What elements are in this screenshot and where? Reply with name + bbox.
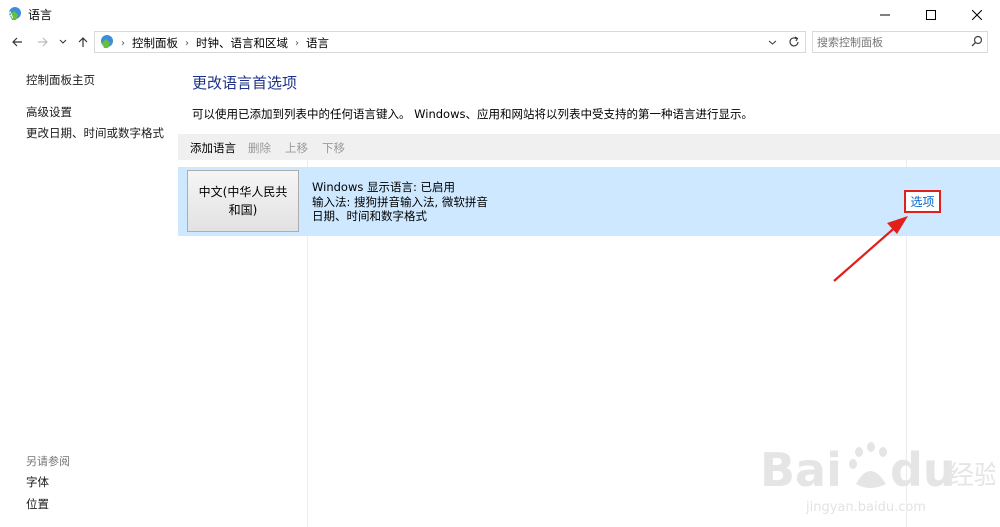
chevron-down-icon [768,40,776,45]
language-app-icon: A [7,7,21,21]
refresh-button[interactable] [785,33,803,51]
title-bar: A 语言 [0,0,1000,29]
watermark-url: jingyan.baidu.com [806,500,926,515]
language-location-icon [101,35,113,48]
page-description: 可以使用已添加到列表中的任何语言键入。 Windows、应用和网站将以列表中受支… [192,107,753,121]
search-box[interactable] [812,31,988,53]
sidebar-link-change-date-time-format[interactable]: 更改日期、时间或数字格式 [26,125,164,141]
refresh-icon [789,36,799,47]
baidu-logo-icon: Bai du 经验 [760,442,1000,497]
language-toolbar: 添加语言 删除 上移 下移 [178,134,1000,160]
recent-locations-button[interactable] [57,32,69,52]
sidebar-link-control-panel-home[interactable]: 控制面板主页 [26,72,95,88]
move-down-button[interactable]: 下移 [322,140,345,156]
back-button[interactable] [8,32,26,52]
breadcrumb: › 控制面板 › 时钟、语言和区域 › 语言 [121,35,329,51]
date-time-format: 日期、时间和数字格式 [312,209,427,223]
language-options-link[interactable]: 选项 [904,190,941,213]
maximize-icon [926,9,936,20]
minimize-icon [880,14,890,15]
close-icon [972,9,982,20]
add-language-button[interactable]: 添加语言 [190,140,236,156]
search-input[interactable] [817,33,965,51]
sidebar: 控制面板主页 高级设置 更改日期、时间或数字格式 另请参阅 字体 位置 [0,56,178,527]
breadcrumb-clock-language-region[interactable]: 时钟、语言和区域 [196,35,288,51]
breadcrumb-separator-icon: › [185,37,189,49]
forward-button[interactable] [34,32,52,52]
maximize-button[interactable] [908,0,954,29]
page-title: 更改语言首选项 [192,74,298,92]
breadcrumb-separator-icon: › [121,37,125,49]
input-methods: 输入法: 搜狗拼音输入法, 微软拼音 [312,194,488,209]
sidebar-link-fonts[interactable]: 字体 [26,474,49,490]
minimize-button[interactable] [862,0,908,29]
up-arrow-icon [78,37,88,47]
address-bar[interactable]: › 控制面板 › 时钟、语言和区域 › 语言 [94,31,806,53]
forward-arrow-icon [38,37,48,47]
search-icon[interactable] [971,35,983,47]
close-button[interactable] [954,0,1000,29]
up-button[interactable] [74,32,92,52]
remove-language-button[interactable]: 删除 [248,140,271,156]
chevron-down-icon [59,39,67,44]
sidebar-link-location[interactable]: 位置 [26,496,49,512]
move-up-button[interactable]: 上移 [285,140,308,156]
language-list-item[interactable]: 中文(中华人民共和国) Windows 显示语言: 已启用 输入法: 搜狗拼音输… [178,167,1000,236]
window-title: 语言 [28,8,53,22]
language-name-tile[interactable]: 中文(中华人民共和国) [187,170,299,232]
address-history-dropdown[interactable] [763,33,781,51]
language-details: Windows 显示语言: 已启用 输入法: 搜狗拼音输入法, 微软拼音 日期、… [312,180,488,224]
baidu-watermark-logo: Bai du 经验 jingyan.baidu.com [760,438,1000,518]
sidebar-link-advanced-settings[interactable]: 高级设置 [26,104,72,120]
svg-text:A: A [7,11,14,21]
see-also-label: 另请参阅 [26,455,70,468]
display-language-status: Windows 显示语言: 已启用 [312,180,456,194]
svg-text:du: du [890,443,956,497]
back-arrow-icon [12,37,22,47]
breadcrumb-language[interactable]: 语言 [306,35,329,51]
breadcrumb-separator-icon: › [295,37,299,49]
navigation-bar: › 控制面板 › 时钟、语言和区域 › 语言 [0,29,1000,55]
svg-text:Bai: Bai [760,443,842,497]
svg-text:经验: 经验 [948,461,995,491]
breadcrumb-control-panel[interactable]: 控制面板 [132,35,178,51]
